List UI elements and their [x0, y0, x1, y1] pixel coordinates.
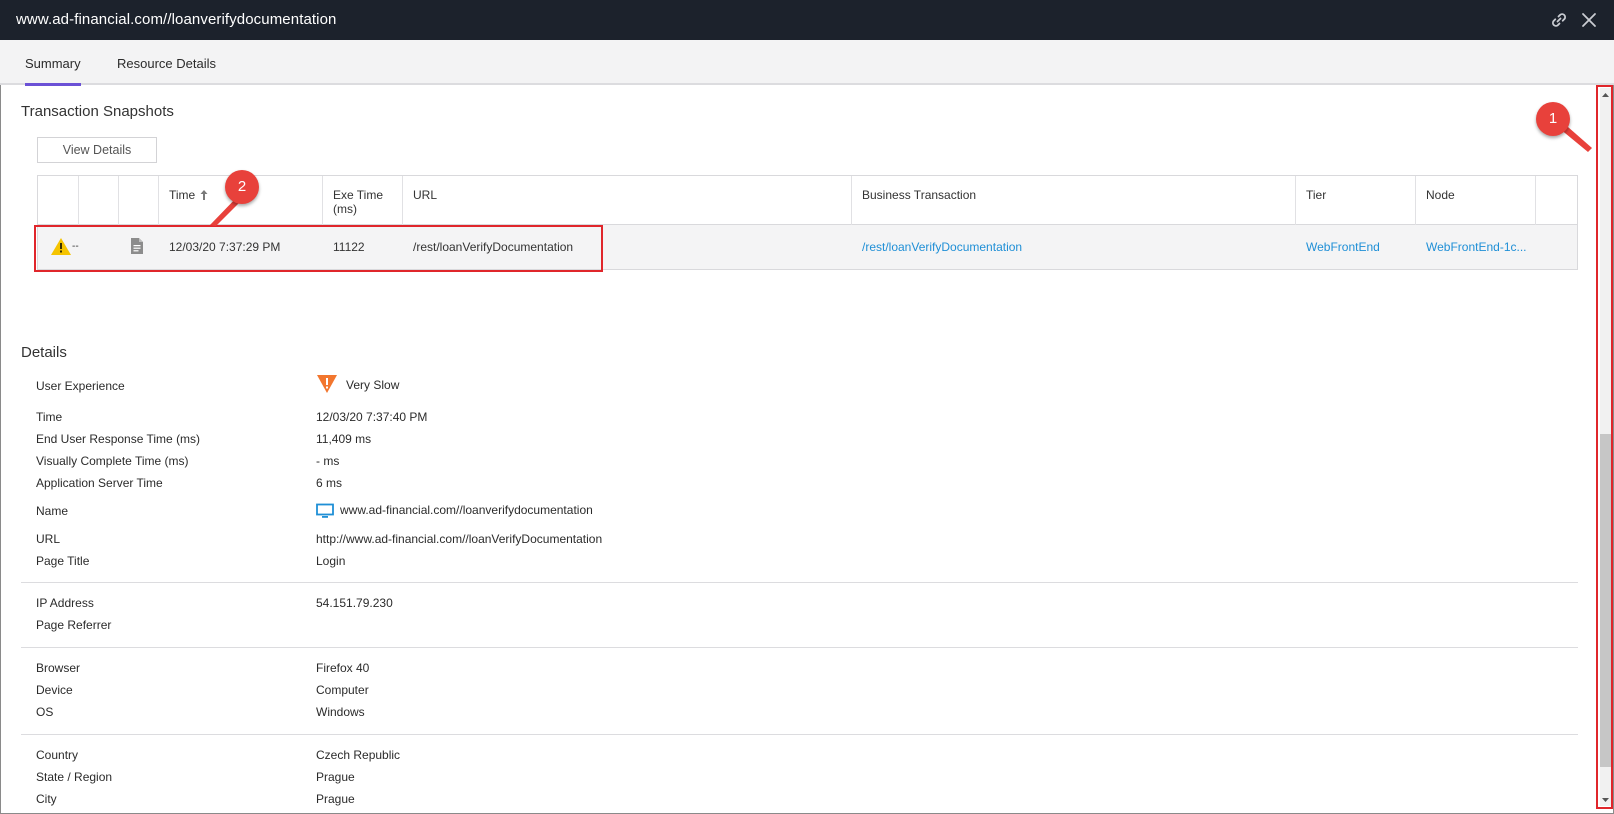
visually-complete-label: Visually Complete Time (ms): [36, 454, 189, 468]
country-label: Country: [36, 748, 79, 762]
annotation-badge-1: 1: [1536, 102, 1570, 136]
transaction-snapshots-heading: Transaction Snapshots: [21, 103, 174, 120]
divider: [21, 582, 1578, 583]
close-icon[interactable]: [1579, 10, 1599, 30]
window-frame: [0, 0, 1614, 814]
os-value: Windows: [316, 705, 365, 719]
end-user-response-value: 11,409 ms: [316, 432, 372, 446]
device-label: Device: [36, 683, 73, 697]
url-label: URL: [36, 532, 61, 546]
url-value: http://www.ad-financial.com//loanVerifyD…: [316, 532, 603, 546]
row-highlight-annotation: [34, 225, 603, 272]
view-details-button[interactable]: View Details: [37, 137, 157, 163]
column-header-business-transaction[interactable]: Business Transaction: [862, 188, 976, 202]
title-bar: www.ad-financial.com//loanverifydocument…: [0, 0, 1614, 40]
page-title-label: Page Title: [36, 554, 90, 568]
page-referrer-label: Page Referrer: [36, 618, 112, 632]
details-heading: Details: [21, 344, 67, 361]
tab-summary[interactable]: Summary: [25, 56, 81, 86]
column-header-node[interactable]: Node: [1426, 188, 1455, 202]
city-value: Prague: [316, 792, 355, 806]
app-server-time-value: 6 ms: [316, 476, 343, 490]
visually-complete-value: - ms: [316, 454, 340, 468]
user-experience-value: Very Slow: [346, 378, 400, 392]
divider: [21, 734, 1578, 735]
name-label: Name: [36, 504, 69, 518]
tab-bar: Summary Resource Details: [0, 40, 1614, 86]
column-header-url[interactable]: URL: [413, 188, 437, 202]
divider: [21, 647, 1578, 648]
very-slow-icon: [316, 374, 338, 397]
browser-label: Browser: [36, 661, 81, 675]
browser-value: Firefox 40: [316, 661, 370, 675]
column-header-tier[interactable]: Tier: [1306, 188, 1326, 202]
ip-address-value: 54.151.79.230: [316, 596, 393, 610]
row-node-link[interactable]: WebFrontEnd-1c...: [1426, 240, 1527, 254]
name-link[interactable]: www.ad-financial.com//loanverifydocument…: [340, 503, 593, 517]
state-region-label: State / Region: [36, 770, 113, 784]
time-value: 12/03/20 7:37:40 PM: [316, 410, 428, 424]
row-business-transaction-link[interactable]: /rest/loanVerifyDocumentation: [862, 240, 1022, 254]
country-value: Czech Republic: [316, 748, 401, 762]
state-region-value: Prague: [316, 770, 355, 784]
device-value: Computer: [316, 683, 369, 697]
annotation-badge-2: 2: [225, 170, 259, 204]
city-label: City: [36, 792, 57, 806]
table-header-row: Time Exe Time (ms) URL Business Transact…: [38, 176, 1577, 225]
row-tier-link[interactable]: WebFrontEnd: [1306, 240, 1380, 254]
link-icon[interactable]: [1549, 10, 1569, 30]
column-header-time-label: Time: [169, 188, 196, 202]
scrollbar-highlight-annotation: [1596, 85, 1613, 809]
end-user-response-label: End User Response Time (ms): [36, 432, 201, 446]
time-label: Time: [36, 410, 63, 424]
page-title-value: Login: [316, 554, 346, 568]
monitor-icon: [316, 503, 334, 522]
ip-address-label: IP Address: [36, 596, 94, 610]
os-label: OS: [36, 705, 54, 719]
window-title: www.ad-financial.com//loanverifydocument…: [16, 11, 337, 28]
user-experience-label: User Experience: [36, 379, 125, 393]
tab-resource-details[interactable]: Resource Details: [117, 56, 216, 71]
column-header-exe-time[interactable]: Exe Time (ms): [333, 188, 383, 216]
app-server-time-label: Application Server Time: [36, 476, 163, 490]
